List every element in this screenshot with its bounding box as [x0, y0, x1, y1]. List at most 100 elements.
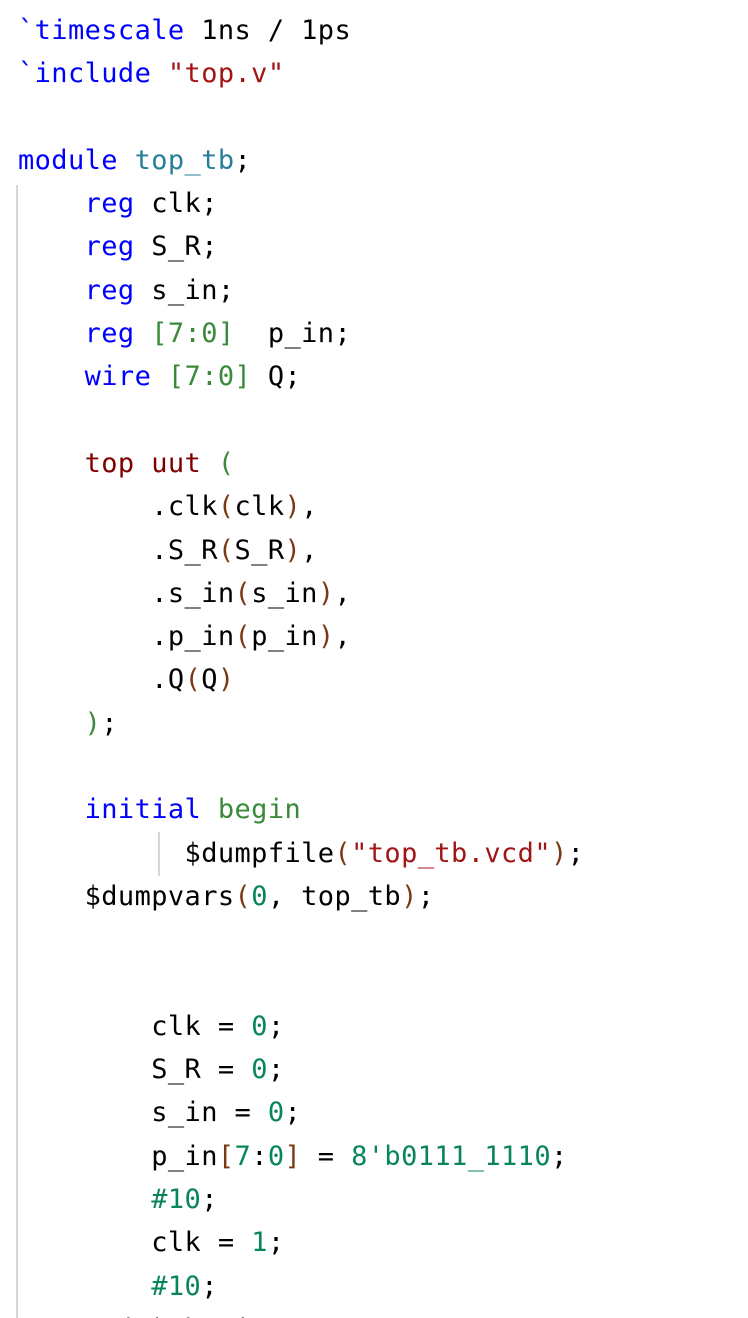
code-token: .S_R: [18, 534, 218, 566]
code-line[interactable]: [18, 96, 584, 139]
code-token: 0: [267, 1140, 285, 1172]
code-token: $dumpvars: [18, 880, 235, 912]
code-token: [: [217, 1140, 235, 1172]
code-token: 0: [251, 880, 268, 912]
code-token: wire: [84, 361, 152, 393]
code-token: .s_in: [18, 577, 235, 609]
code-line[interactable]: [18, 918, 584, 961]
code-line[interactable]: reg S_R;: [18, 225, 584, 268]
code-token: ): [284, 534, 302, 566]
code-area[interactable]: `timescale 1ns / 1ps `include "top.v" mod…: [18, 9, 584, 1318]
code-line[interactable]: top uut (: [18, 442, 584, 485]
code-token: ;: [267, 1227, 285, 1259]
code-token: clk =: [18, 1010, 252, 1042]
code-line[interactable]: reg [7:0] p_in;: [18, 312, 584, 355]
code-line[interactable]: );: [18, 702, 584, 745]
code-token: s_in: [251, 577, 318, 609]
code-token: $dumpfile: [18, 837, 335, 869]
code-line[interactable]: #10;: [18, 1178, 584, 1221]
code-line[interactable]: [18, 399, 584, 442]
code-token: p_in: [251, 621, 318, 653]
code-token: ): [550, 837, 568, 869]
code-token: , top_tb: [267, 880, 402, 912]
code-token: "top_tb.vcd": [351, 837, 551, 869]
code-token: S_R;: [134, 231, 218, 263]
code-line[interactable]: rt(5) begin: [18, 1308, 584, 1318]
code-token: 1ns / 1ps: [184, 15, 352, 46]
code-line[interactable]: initial begin: [18, 788, 584, 831]
code-token: begin: [217, 794, 302, 826]
code-token: ;: [234, 144, 252, 176]
code-token: reg: [84, 274, 135, 306]
code-token: (: [217, 534, 235, 566]
code-token: 0: [251, 1054, 268, 1086]
code-line[interactable]: reg s_in;: [18, 269, 584, 312]
code-token: ): [317, 621, 335, 653]
code-token: .p_in: [18, 621, 235, 653]
code-token: Q;: [251, 361, 302, 393]
code-token: s_in;: [134, 274, 235, 306]
code-token: ;: [567, 837, 585, 869]
code-token: S_R =: [18, 1054, 252, 1086]
code-line[interactable]: `include "top.v": [18, 52, 584, 95]
code-token: top uut: [84, 447, 202, 479]
code-line[interactable]: wire [7:0] Q;: [18, 355, 584, 398]
code-token: #10: [151, 1184, 202, 1216]
code-token: clk =: [18, 1227, 252, 1259]
code-token: (: [234, 621, 252, 653]
code-line[interactable]: [18, 962, 584, 1005]
code-token: #10: [151, 1270, 202, 1302]
code-token: [7:0]: [167, 361, 252, 393]
code-token: ,: [301, 491, 318, 523]
code-line[interactable]: module top_tb;: [18, 139, 584, 182]
code-token: (: [217, 447, 235, 479]
code-token: ;: [201, 1270, 218, 1302]
code-token: Q: [201, 664, 218, 696]
code-token: "top.v": [167, 58, 285, 90]
code-line[interactable]: .Q(Q): [18, 658, 584, 701]
code-line[interactable]: [18, 745, 584, 788]
code-line[interactable]: s_in = 0;: [18, 1091, 584, 1134]
code-token: reg: [84, 318, 135, 350]
code-token: reg: [84, 188, 135, 220]
code-line[interactable]: .clk(clk),: [18, 485, 584, 528]
code-token: 7: [234, 1140, 252, 1172]
code-token: module: [18, 144, 118, 176]
code-token: 0: [251, 1010, 268, 1042]
code-editor[interactable]: `timescale 1ns / 1ps `include "top.v" mod…: [0, 0, 748, 1318]
code-token: top_tb: [134, 144, 235, 176]
code-line[interactable]: #10;: [18, 1265, 584, 1308]
code-line[interactable]: .s_in(s_in),: [18, 572, 584, 615]
code-token: ;: [267, 1054, 285, 1086]
code-line[interactable]: p_in[7:0] = 8'b0111_1110;: [18, 1135, 584, 1178]
code-line[interactable]: reg clk;: [18, 182, 584, 225]
code-line[interactable]: .p_in(p_in),: [18, 615, 584, 658]
code-line[interactable]: $dumpfile("top_tb.vcd");: [18, 832, 584, 875]
code-token: S_R: [234, 534, 285, 566]
code-token: clk;: [134, 188, 218, 220]
code-line[interactable]: S_R = 0;: [18, 1048, 584, 1091]
code-token: 1: [251, 1227, 268, 1259]
code-token: ,: [334, 621, 352, 653]
code-token: ]: [284, 1140, 302, 1172]
code-token: :: [251, 1140, 268, 1172]
code-token: ): [84, 707, 102, 739]
code-token: (: [334, 837, 352, 869]
code-line[interactable]: .S_R(S_R),: [18, 529, 584, 572]
code-line[interactable]: $dumpvars(0, top_tb);: [18, 875, 584, 918]
code-line[interactable]: clk = 0;: [18, 1005, 584, 1048]
code-line[interactable]: `timescale 1ns / 1ps: [18, 9, 584, 52]
code-line[interactable]: clk = 1;: [18, 1221, 584, 1264]
